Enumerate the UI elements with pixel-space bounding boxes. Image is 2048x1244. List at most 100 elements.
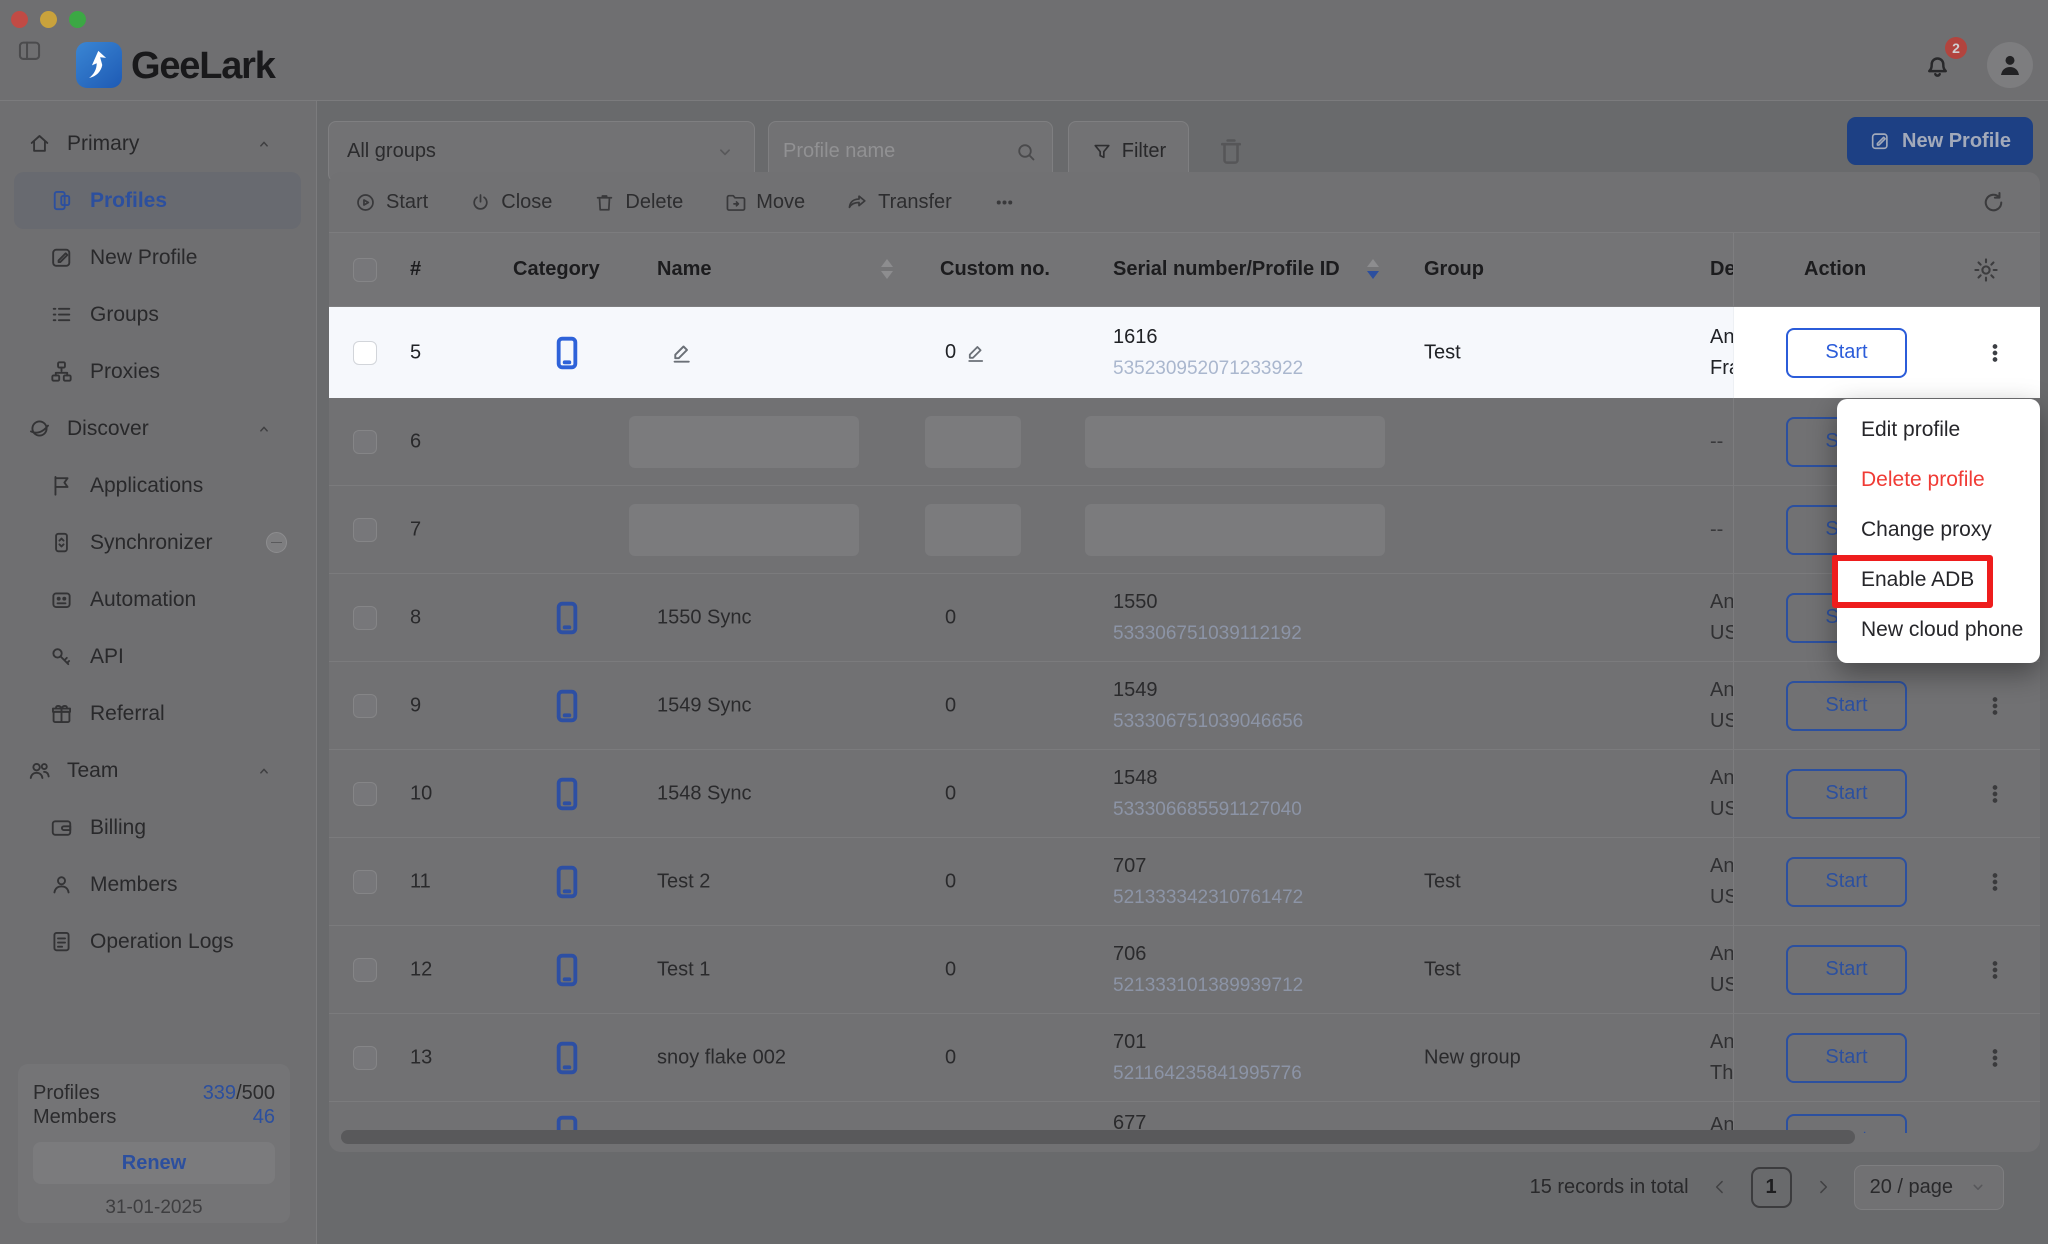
sidebar-item-referral[interactable]: Referral — [14, 685, 301, 742]
serial-sort-control[interactable] — [1367, 259, 1379, 279]
toolbar-button-label: Move — [756, 191, 805, 214]
toolbar-start-button[interactable]: Start — [354, 191, 428, 214]
context-menu-item-enable-adb[interactable]: Enable ADB — [1837, 555, 2040, 605]
action-cell: Start — [1733, 750, 2040, 837]
search-icon — [1014, 140, 1038, 164]
user-avatar[interactable] — [1987, 42, 2033, 88]
custom-number-cell: 0 — [945, 870, 956, 893]
edit-square-icon — [1869, 130, 1891, 152]
row-checkbox[interactable] — [353, 341, 377, 365]
sidebar-item-new-profile[interactable]: New Profile — [14, 229, 301, 286]
start-button[interactable]: Start — [1786, 769, 1907, 819]
loading-skeleton — [629, 504, 859, 556]
users-icon — [27, 758, 52, 783]
row-more-actions-icon[interactable] — [1982, 781, 2008, 807]
toolbar-delete-button[interactable]: Delete — [593, 191, 683, 214]
profile-id: 521164235841995776 — [1113, 1058, 1302, 1089]
start-button[interactable]: Start — [1786, 1033, 1907, 1083]
new-profile-button[interactable]: New Profile — [1847, 117, 2033, 165]
row-checkbox[interactable] — [353, 518, 377, 542]
row-checkbox[interactable] — [353, 782, 377, 806]
sidebar-item-members[interactable]: Members — [14, 856, 301, 913]
person-icon — [49, 872, 74, 897]
context-menu-item-new-cloud-phone[interactable]: New cloud phone — [1837, 605, 2040, 655]
header-action: Action — [1804, 233, 1866, 306]
window-zoom-button[interactable] — [69, 11, 86, 28]
cloud-phone-category-icon — [547, 333, 587, 373]
custom-number-cell: 0 — [945, 606, 956, 629]
serial-profile-id-cell: 1549533306751039046656 — [1113, 675, 1303, 737]
name-sort-control[interactable] — [881, 259, 893, 279]
toolbar-transfer-button[interactable]: Transfer — [846, 191, 952, 214]
sidebar-item-api[interactable]: API — [14, 628, 301, 685]
context-menu-item-edit-profile[interactable]: Edit profile — [1837, 405, 2040, 455]
row-checkbox[interactable] — [353, 694, 377, 718]
sidebar-item-applications[interactable]: Applications — [14, 457, 301, 514]
serial-number: 1549 — [1113, 675, 1303, 706]
folder-move-icon — [724, 191, 747, 214]
start-button[interactable]: Start — [1786, 857, 1907, 907]
header-num: # — [410, 233, 421, 306]
search-placeholder: Profile name — [783, 140, 1014, 163]
sidebar-item-label: Profiles — [90, 189, 167, 213]
edit-square-icon — [49, 245, 74, 270]
context-menu-item-change-proxy[interactable]: Change proxy — [1837, 505, 2040, 555]
serial-number: 1550 — [1113, 587, 1302, 618]
custom-number-value: 0 — [945, 782, 956, 805]
current-page-button[interactable]: 1 — [1751, 1167, 1792, 1208]
row-checkbox[interactable] — [353, 606, 377, 630]
row-checkbox[interactable] — [353, 1046, 377, 1070]
select-all-checkbox[interactable] — [353, 258, 377, 282]
window-close-button[interactable] — [11, 11, 28, 28]
row-more-actions-icon[interactable] — [1982, 869, 2008, 895]
start-button[interactable]: Start — [1786, 328, 1907, 378]
sidebar-section-discover[interactable]: Discover — [0, 400, 315, 457]
horizontal-scrollbar[interactable] — [341, 1130, 1855, 1144]
sidebar-item-label: Synchronizer — [90, 531, 213, 555]
plan-summary: Profiles 339/500 Members 46 Renew 31-01-… — [18, 1064, 290, 1223]
refresh-icon[interactable] — [1980, 189, 2007, 216]
column-settings-gear-icon[interactable] — [1972, 256, 2000, 284]
row-more-actions-icon[interactable] — [1982, 693, 2008, 719]
sidebar-item-synchronizer[interactable]: Synchronizer — [14, 514, 301, 571]
start-button[interactable]: Start — [1786, 681, 1907, 731]
renew-button[interactable]: Renew — [33, 1142, 275, 1184]
previous-page-icon[interactable] — [1710, 1177, 1730, 1197]
geelark-logo — [76, 42, 122, 88]
row-checkbox[interactable] — [353, 958, 377, 982]
edit-custom-no-pencil-icon[interactable] — [964, 341, 988, 365]
sidebar-item-profiles[interactable]: Profiles — [14, 172, 301, 229]
row-number: 13 — [410, 1046, 432, 1069]
sidebar-item-proxies[interactable]: Proxies — [14, 343, 301, 400]
start-button[interactable]: Start — [1786, 945, 1907, 995]
sidebar-item-operation-logs[interactable]: Operation Logs — [14, 913, 301, 970]
profiles-table-panel: StartCloseDeleteMoveTransfer # Category … — [329, 172, 2040, 1152]
sidebar-toggle-icon[interactable] — [16, 37, 43, 64]
row-more-actions-icon[interactable] — [1982, 1045, 2008, 1071]
toolbar-close-button[interactable]: Close — [469, 191, 552, 214]
sidebar-section-primary[interactable]: Primary — [0, 115, 315, 172]
page-size-select[interactable]: 20 / page — [1854, 1165, 2004, 1210]
sidebar-item-groups[interactable]: Groups — [14, 286, 301, 343]
table-row: 81550 Sync01550533306751039112192AnUSSta… — [329, 574, 2040, 662]
table-row: 12Test 10706521333101389939712TestAnUSSt… — [329, 926, 2040, 1014]
network-icon — [49, 359, 74, 384]
context-menu-item-delete-profile[interactable]: Delete profile — [1837, 455, 2040, 505]
toolbar-move-button[interactable]: Move — [724, 191, 805, 214]
group-cell: Test — [1424, 870, 1461, 893]
toolbar-more-button[interactable] — [993, 191, 1016, 214]
members-quota-label: Members — [33, 1105, 116, 1129]
edit-name-pencil-icon[interactable] — [669, 340, 695, 366]
clear-filter-icon[interactable] — [1214, 134, 1248, 168]
sidebar-item-billing[interactable]: Billing — [14, 799, 301, 856]
row-more-actions-icon[interactable] — [1982, 957, 2008, 983]
next-page-icon[interactable] — [1813, 1177, 1833, 1197]
table-row: 501616535230952071233922TestAnFraStart — [329, 307, 2040, 398]
wallet-icon — [49, 815, 74, 840]
row-more-actions-icon[interactable] — [1982, 340, 2008, 366]
window-minimize-button[interactable] — [40, 11, 57, 28]
sidebar-section-team[interactable]: Team — [0, 742, 315, 799]
row-checkbox[interactable] — [353, 430, 377, 454]
sidebar-item-automation[interactable]: Automation — [14, 571, 301, 628]
row-checkbox[interactable] — [353, 870, 377, 894]
